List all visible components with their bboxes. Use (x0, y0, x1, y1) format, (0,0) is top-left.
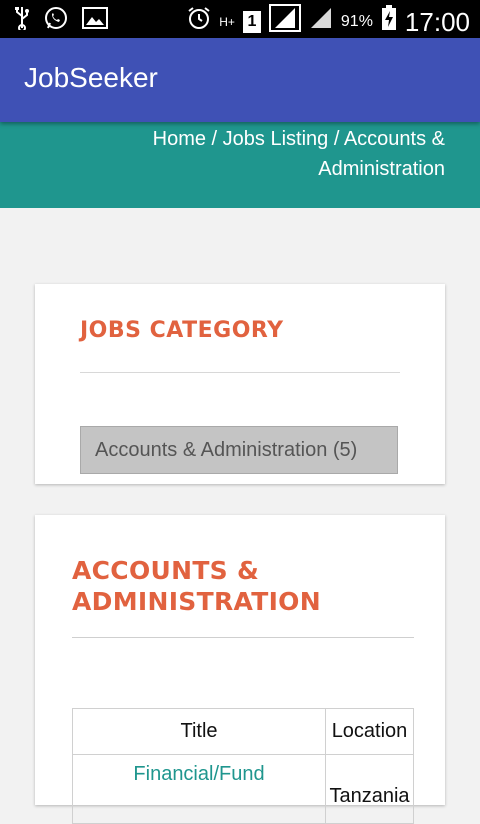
job-title-link[interactable]: Financial/Fund (72, 754, 326, 824)
column-header-location: Location (325, 708, 414, 755)
jobs-category-divider (80, 372, 400, 373)
status-time: 17:00 (404, 6, 470, 37)
breadcrumb-bar: Home / Jobs Listing / Accounts & Adminis… (0, 122, 480, 208)
battery-percent: 91% (340, 12, 373, 30)
signal-secondary-icon (309, 6, 333, 37)
jobs-category-heading: JOBS CATEGORY (80, 318, 284, 343)
category-item-accounts-administration[interactable]: Accounts & Administration (5) (80, 426, 398, 474)
status-bar-system: H+ 1 91% 17:00 (187, 4, 470, 39)
job-location: Tanzania (325, 754, 414, 824)
network-type-label: H+ (219, 14, 235, 29)
alarm-icon (187, 6, 211, 37)
sim-indicator: 1 (242, 10, 261, 33)
jobs-table: Title Location Financial/Fund Tanzania (72, 708, 414, 824)
category-heading: ACCOUNTS & ADMINISTRATION (72, 556, 321, 616)
status-bar-notifications (14, 6, 108, 37)
app-bar: JobSeeker (0, 38, 480, 122)
column-header-title: Title (72, 708, 326, 755)
status-bar: H+ 1 91% 17:00 (0, 0, 480, 38)
category-jobs-card: ACCOUNTS & ADMINISTRATION Title Location… (35, 515, 445, 824)
whatsapp-icon (44, 6, 68, 37)
table-header-row: Title Location (72, 708, 414, 755)
table-row: Financial/Fund Tanzania (72, 754, 414, 824)
battery-charging-icon (381, 5, 397, 38)
gallery-icon (82, 7, 108, 36)
app-title: JobSeeker (24, 62, 158, 93)
jobs-category-card: JOBS CATEGORY Accounts & Administration … (35, 284, 445, 484)
category-divider (72, 637, 414, 638)
signal-icon (268, 4, 301, 39)
breadcrumb[interactable]: Home / Jobs Listing / Accounts & Adminis… (105, 124, 445, 184)
usb-icon (14, 6, 30, 37)
